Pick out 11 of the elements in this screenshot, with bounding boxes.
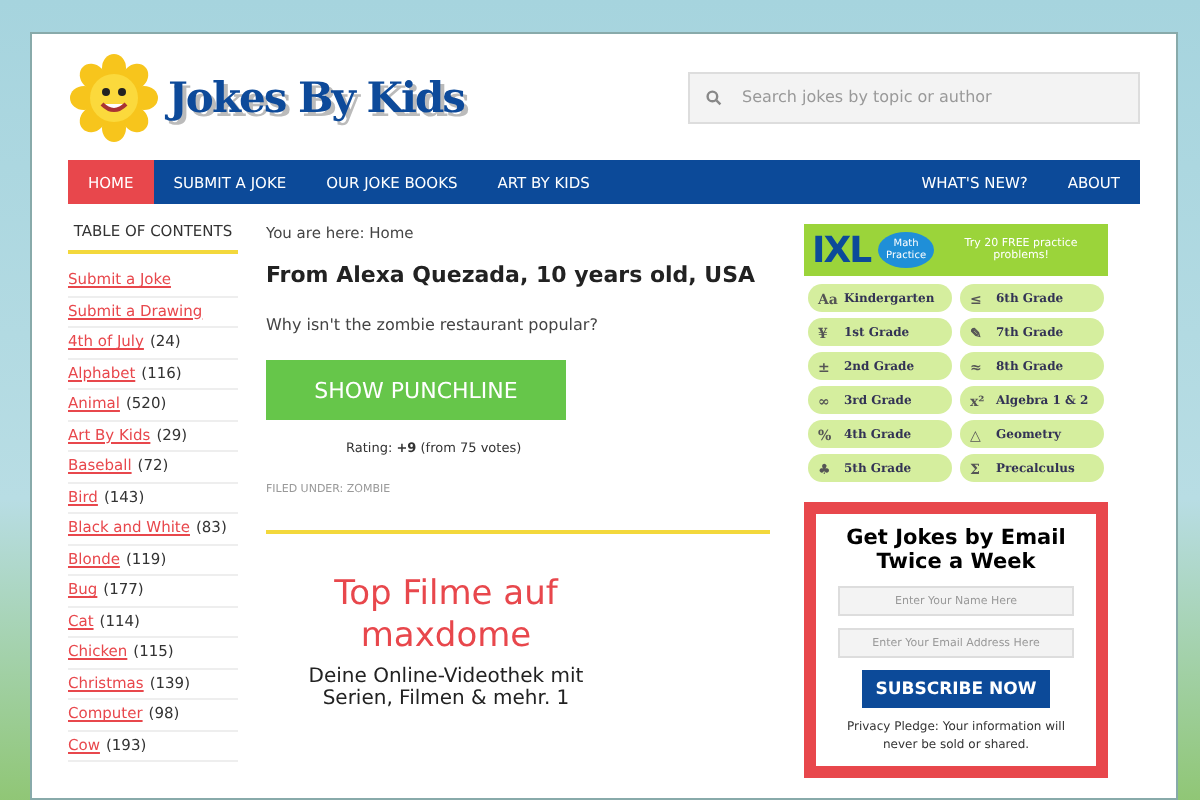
ad-logo: IXL: [812, 229, 871, 271]
sun-mascot-icon: [68, 51, 160, 143]
site-logo[interactable]: Jokes By Kids: [168, 72, 464, 122]
search-field[interactable]: Search jokes by topic or author: [688, 71, 1140, 123]
ad-text: Deine Online-Videothek mit Serien, Filmen & mehr. 1: [306, 665, 586, 709]
joke-question: Why isn't the zombie restaurant popular?: [266, 316, 600, 334]
subscribe-title: Get Jokes by Email Twice a Week: [844, 526, 1068, 575]
subscribe-button[interactable]: SUBSCRIBE NOW: [862, 670, 1050, 709]
ad-title[interactable]: Top Filme auf maxdome: [276, 574, 616, 659]
joke-title: From Alexa Quezada, 10 years old, USA: [266, 262, 758, 288]
search-icon: [706, 89, 722, 105]
